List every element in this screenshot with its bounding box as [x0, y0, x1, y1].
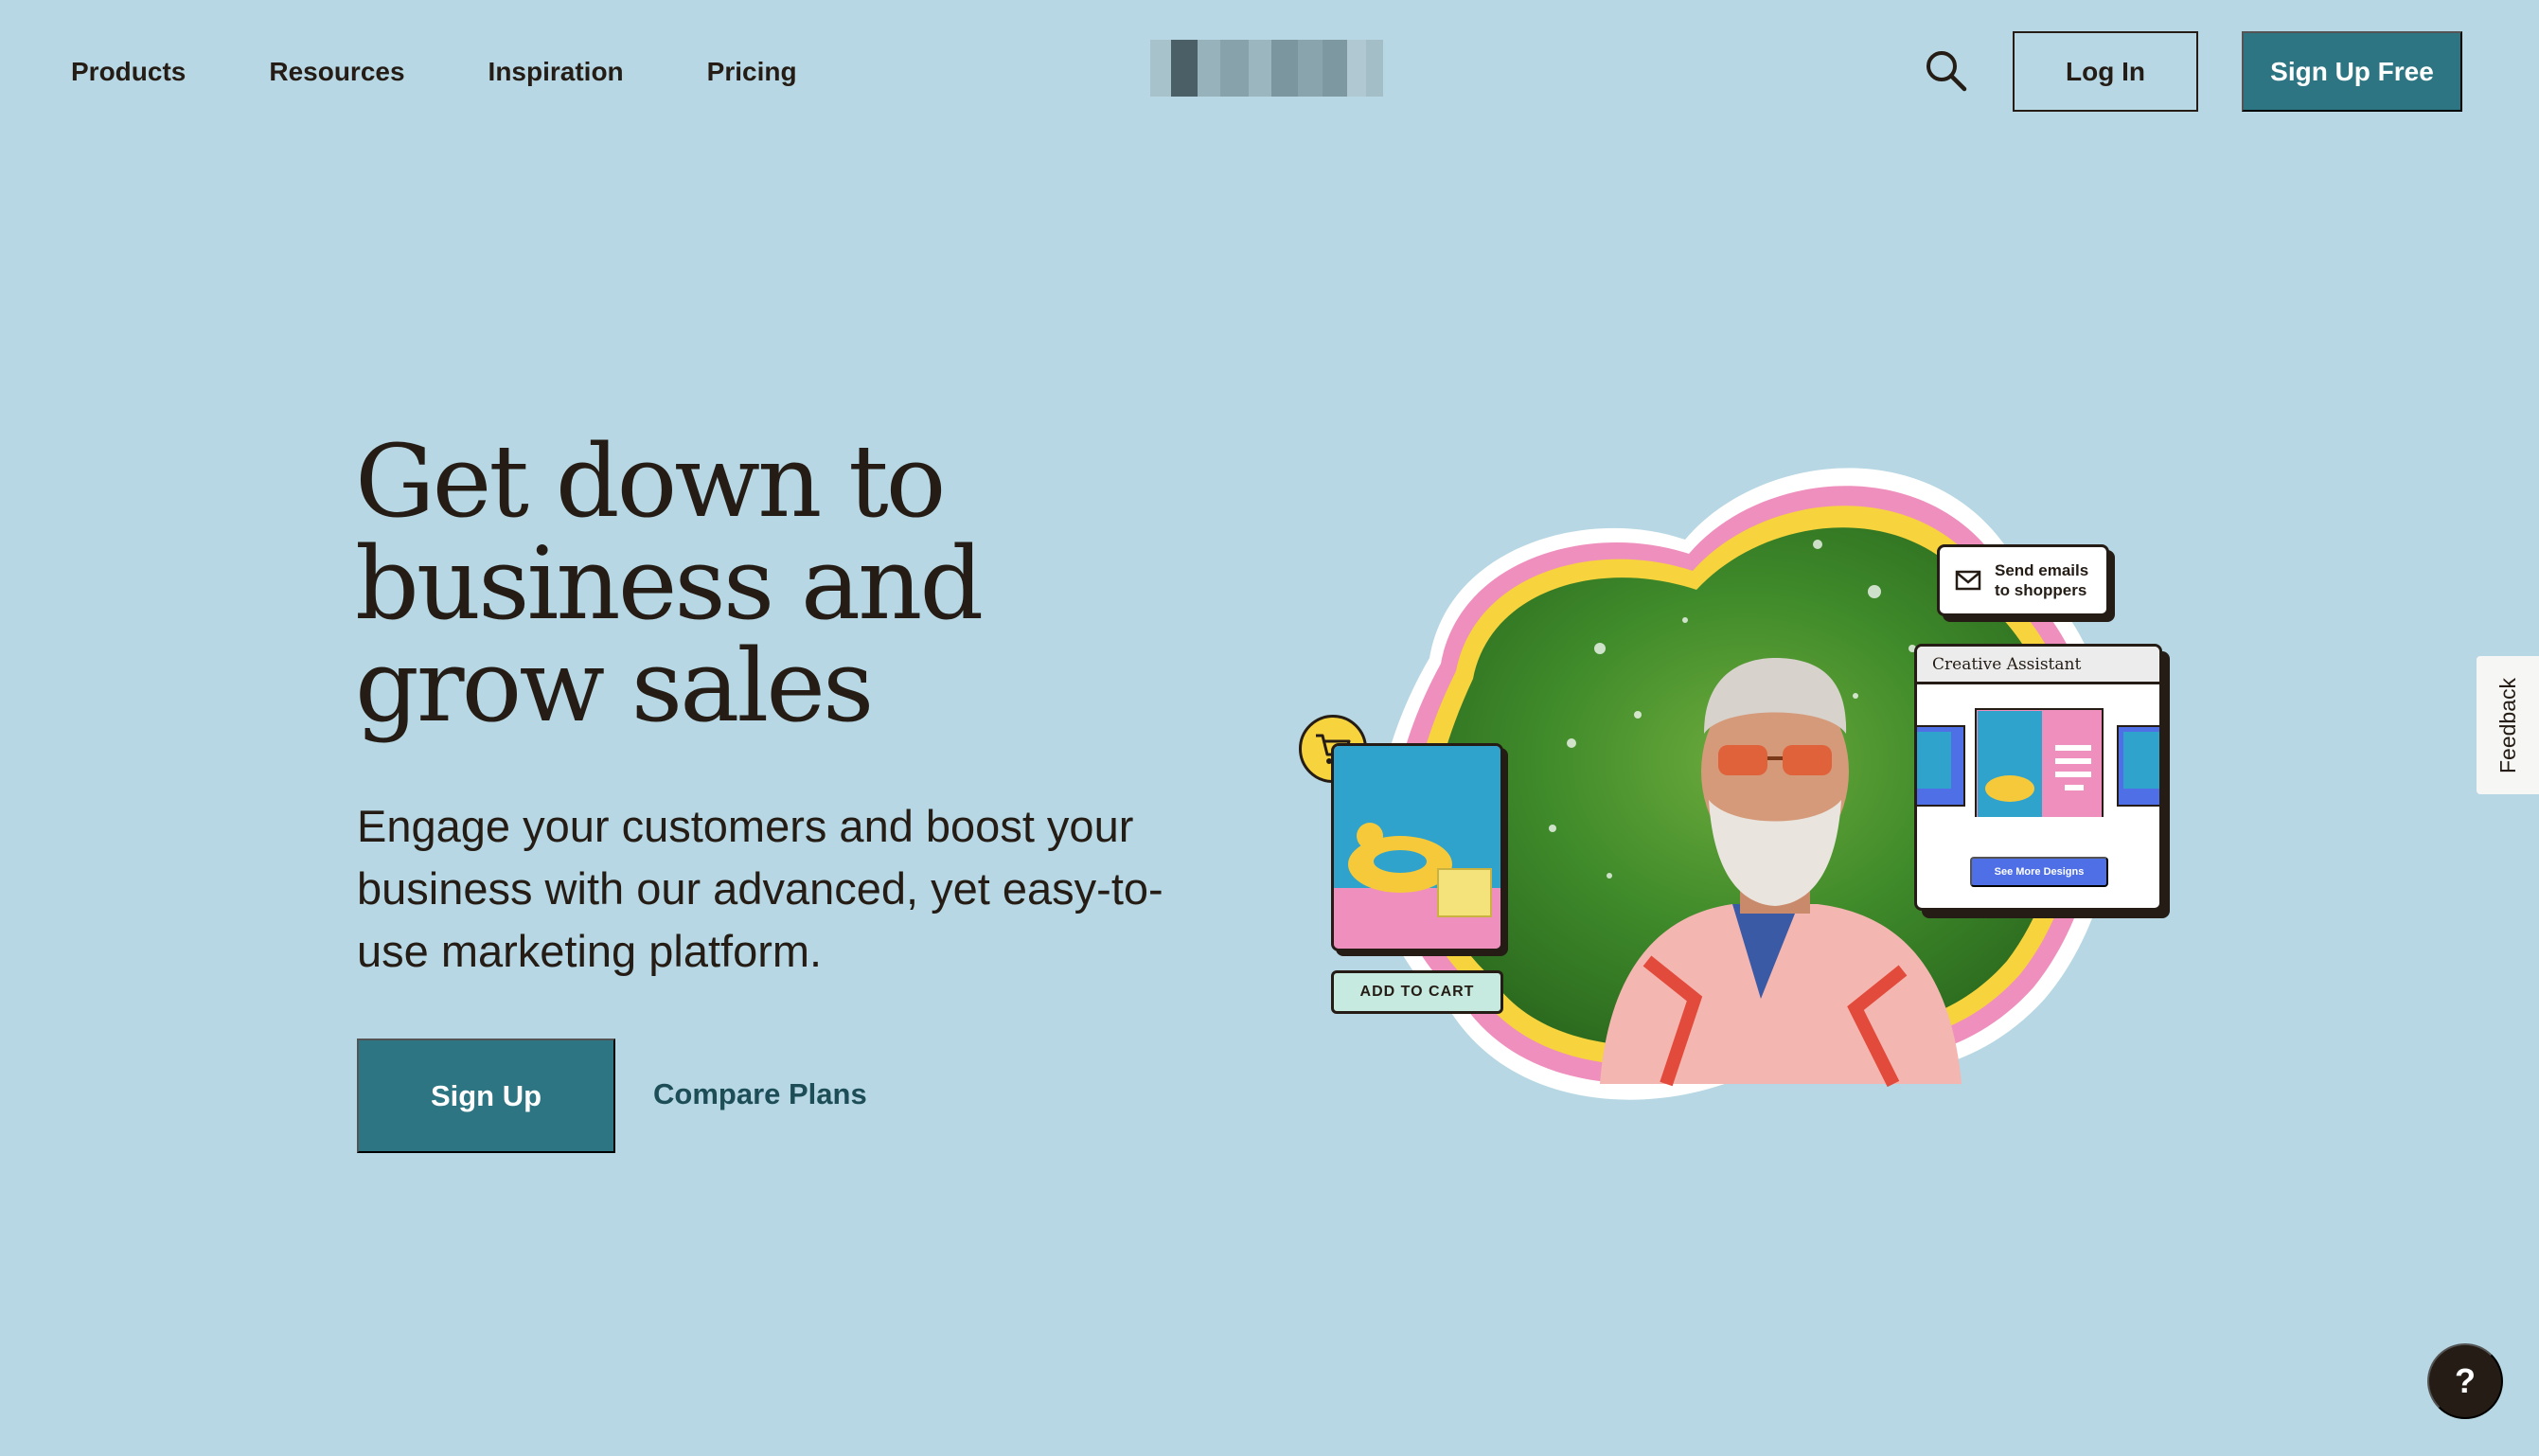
sign-up-button[interactable]: Sign Up — [357, 1039, 615, 1153]
creative-assistant-title: Creative Assistant — [1917, 647, 2159, 684]
nav-link-pricing[interactable]: Pricing — [707, 49, 797, 95]
see-more-designs-button[interactable]: See More Designs — [1970, 857, 2108, 887]
compare-plans-link[interactable]: Compare Plans — [653, 1077, 867, 1111]
brand-logo[interactable] — [1150, 40, 1383, 97]
help-button[interactable]: ? — [2427, 1343, 2503, 1419]
mail-icon — [1955, 570, 1981, 591]
nav-link-resources[interactable]: Resources — [269, 49, 404, 95]
feedback-label: Feedback — [2495, 677, 2520, 773]
design-thumbnails — [1917, 708, 2159, 817]
sign-up-free-button[interactable]: Sign Up Free — [2242, 31, 2462, 112]
nav-links: Products Resources Inspiration Pricing — [71, 49, 880, 95]
login-button[interactable]: Log In — [2013, 31, 2198, 112]
product-image — [1334, 746, 1500, 949]
hero-title: Get down to business and grow sales — [355, 423, 984, 744]
search-icon[interactable] — [1922, 46, 1971, 96]
nav-link-inspiration[interactable]: Inspiration — [488, 49, 624, 95]
email-card-line1: Send emails — [1995, 561, 2089, 579]
feedback-tab[interactable]: Feedback — [2477, 656, 2539, 794]
add-to-cart-button[interactable]: ADD TO CART — [1331, 970, 1503, 1014]
hero-subtitle: Engage your customers and boost your bus… — [357, 801, 1163, 976]
page: Products Resources Inspiration Pricing L… — [0, 0, 2539, 1456]
email-card: Send emails to shoppers — [1937, 544, 2109, 616]
product-card[interactable] — [1331, 743, 1503, 951]
nav-link-products[interactable]: Products — [71, 49, 186, 95]
email-card-line2: to shoppers — [1995, 581, 2087, 599]
creative-assistant-card: Creative Assistant See More Designs — [1914, 644, 2162, 911]
top-nav: Products Resources Inspiration Pricing L… — [0, 0, 2539, 142]
hero-illustration: ADD TO CART Send emails to shoppers Crea… — [1287, 431, 2177, 1112]
